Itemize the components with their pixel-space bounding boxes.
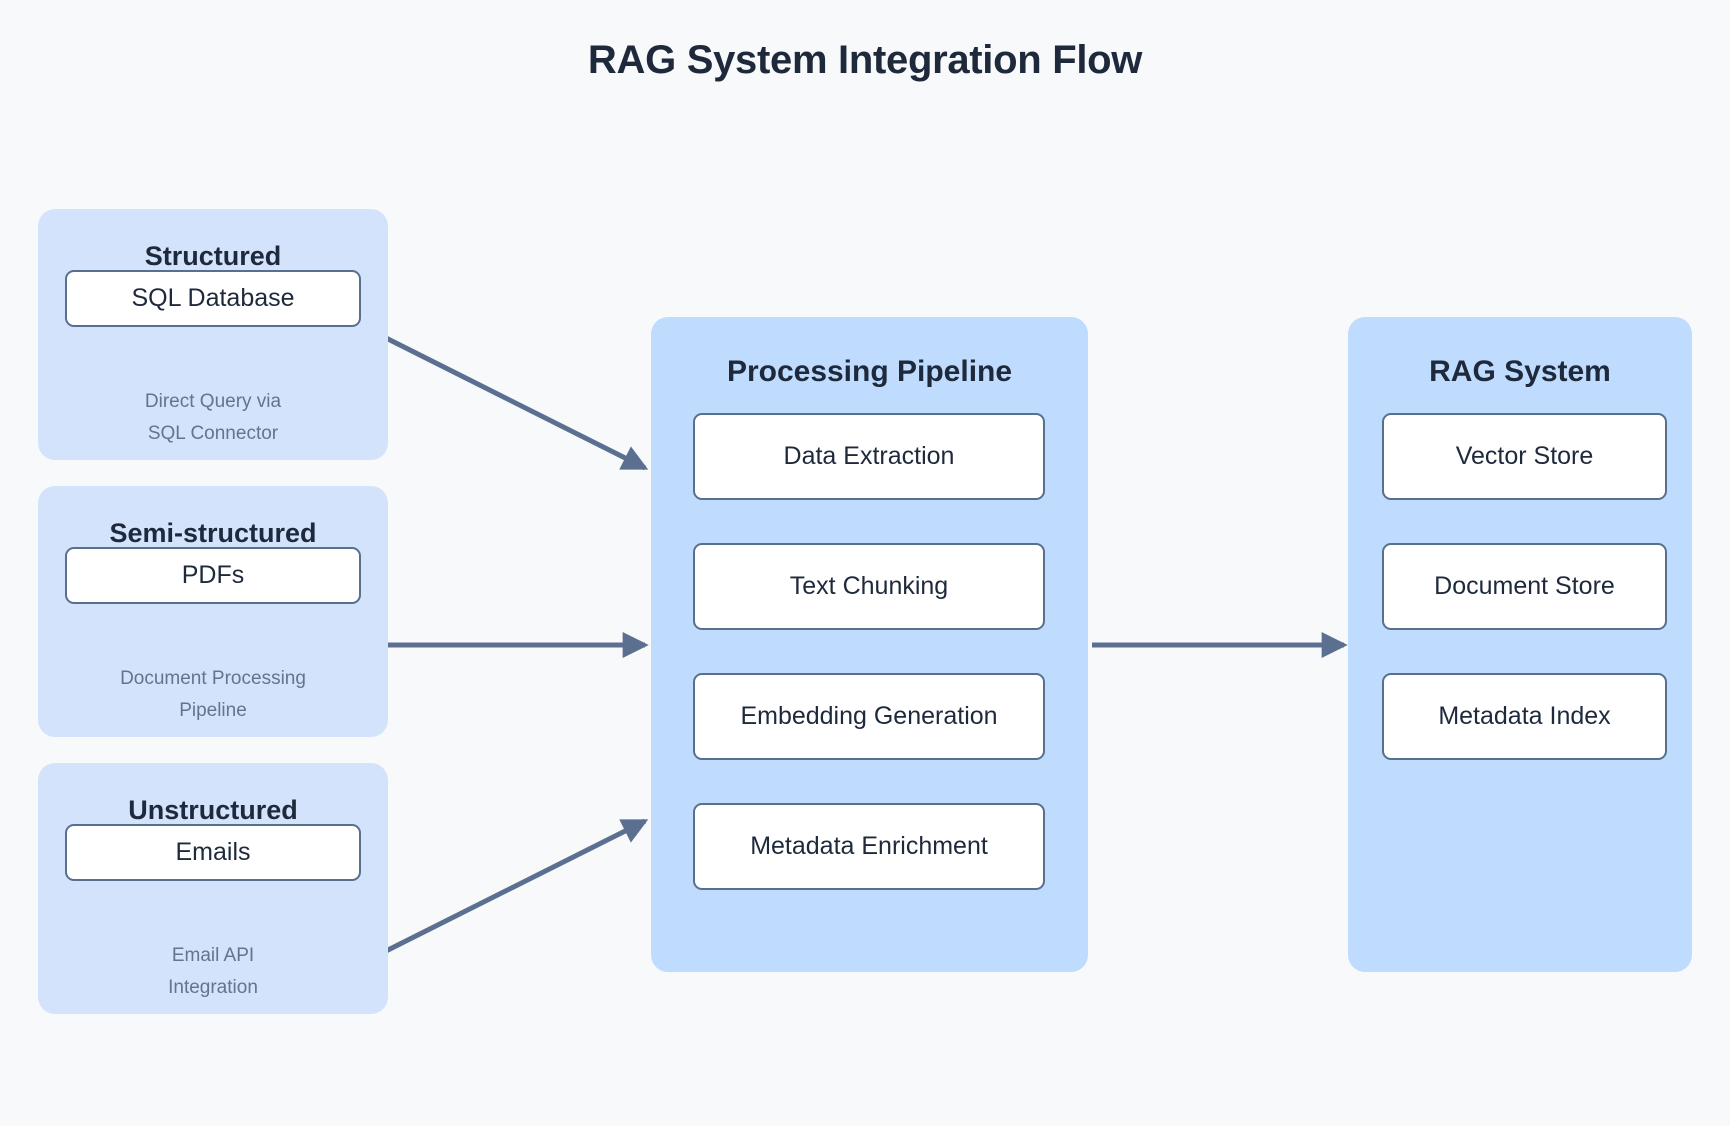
pipeline-stage-metadata-enrichment[interactable]: Metadata Enrichment — [693, 803, 1045, 890]
source-group-title: Unstructured — [128, 795, 298, 825]
rag-store-vector-store[interactable]: Vector Store — [1382, 413, 1667, 500]
source-group-title: Structured — [144, 241, 282, 271]
source-caption-line-1: Email API — [171, 945, 255, 966]
rag-system-group[interactable]: RAG System Vector Store Document Store M… — [1348, 317, 1692, 972]
rag-store-metadata-index[interactable]: Metadata Index — [1382, 673, 1667, 760]
source-group-title: Semi-structured — [109, 518, 317, 548]
source-caption: Document Processing Pipeline — [38, 663, 388, 727]
processing-pipeline-title: Processing Pipeline — [726, 355, 1013, 388]
source-group-semi-structured[interactable]: Semi-structured PDFs Document Processing… — [38, 486, 388, 737]
pipeline-stage-list: Data Extraction Text Chunking Embedding … — [693, 413, 1045, 890]
source-caption-line-1: Document Processing — [120, 668, 306, 689]
source-caption: Email API Integration — [38, 940, 388, 1004]
source-card-pdfs[interactable]: PDFs — [65, 547, 361, 604]
source-group-structured[interactable]: Structured SQL Database Direct Query via… — [38, 209, 388, 460]
pipeline-stage-embedding-generation[interactable]: Embedding Generation — [693, 673, 1045, 760]
source-caption-line-1: Direct Query via — [144, 391, 282, 412]
diagram-canvas: RAG System Integration Flow Structured S… — [0, 0, 1730, 1126]
connector-structured-to-pipeline — [384, 335, 649, 471]
rag-store-document-store[interactable]: Document Store — [1382, 543, 1667, 630]
rag-store-list: Vector Store Document Store Metadata Ind… — [1382, 413, 1667, 760]
processing-pipeline-group[interactable]: Processing Pipeline Data Extraction Text… — [651, 317, 1088, 972]
connector-unstructured-to-pipeline — [384, 818, 649, 954]
source-card-emails[interactable]: Emails — [65, 824, 361, 881]
source-caption-line-2: Pipeline — [179, 700, 247, 721]
source-group-unstructured[interactable]: Unstructured Emails Email API Integratio… — [38, 763, 388, 1014]
page-title: RAG System Integration Flow — [587, 38, 1143, 82]
source-caption-line-2: SQL Connector — [147, 423, 279, 444]
source-card-sql-database[interactable]: SQL Database — [65, 270, 361, 327]
pipeline-stage-data-extraction[interactable]: Data Extraction — [693, 413, 1045, 500]
pipeline-stage-text-chunking[interactable]: Text Chunking — [693, 543, 1045, 630]
source-caption: Direct Query via SQL Connector — [38, 386, 388, 450]
source-caption-line-2: Integration — [168, 977, 258, 998]
rag-system-title: RAG System — [1429, 355, 1611, 388]
